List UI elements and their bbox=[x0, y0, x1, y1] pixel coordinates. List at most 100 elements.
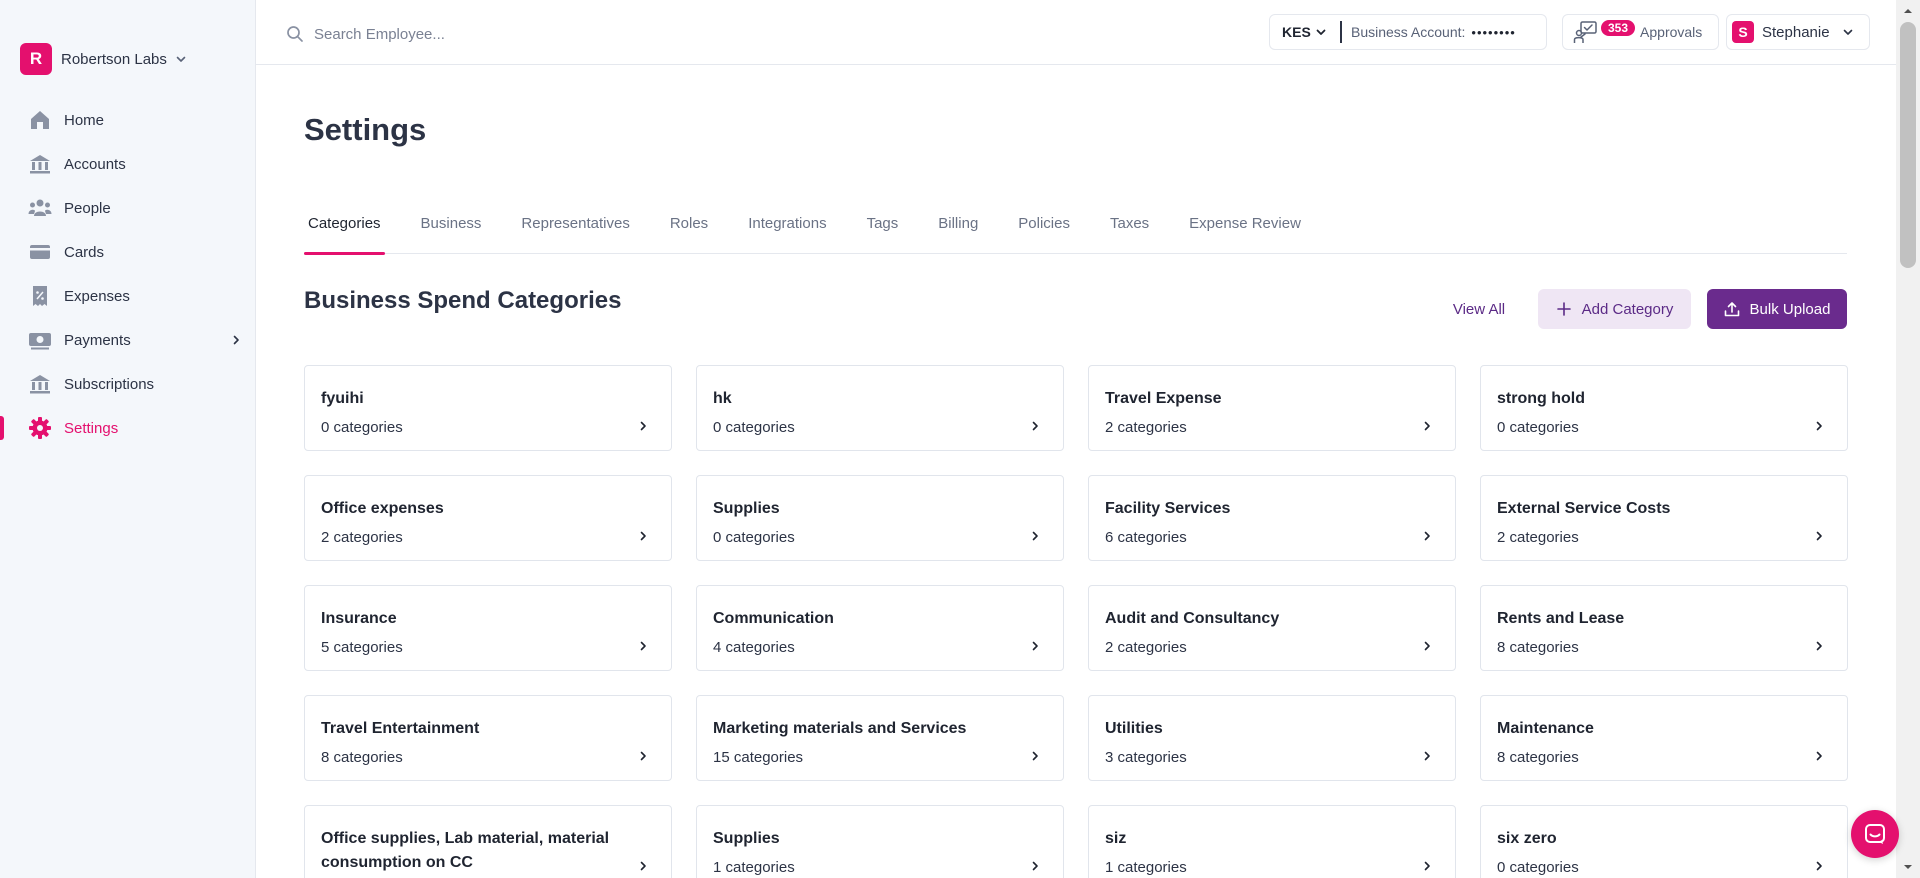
chevron-right-icon bbox=[1032, 861, 1038, 871]
category-card[interactable]: Office supplies, Lab material, material … bbox=[304, 805, 672, 878]
tab-expense-review[interactable]: Expense Review bbox=[1185, 204, 1305, 254]
sidebar-nav: Home Accounts People Cards Expenses Paym… bbox=[0, 98, 256, 450]
category-count: 5 categories bbox=[321, 639, 403, 656]
sidebar-item-settings[interactable]: Settings bbox=[0, 406, 256, 450]
sidebar-item-subscriptions[interactable]: Subscriptions bbox=[0, 362, 256, 406]
category-card[interactable]: Utilities 3 categories bbox=[1088, 695, 1456, 781]
tab-integrations[interactable]: Integrations bbox=[744, 204, 830, 254]
category-card[interactable]: External Service Costs 2 categories bbox=[1480, 475, 1848, 561]
category-card[interactable]: strong hold 0 categories bbox=[1480, 365, 1848, 451]
scrollbar-thumb[interactable] bbox=[1900, 22, 1916, 268]
sidebar-item-label: Settings bbox=[64, 419, 119, 437]
org-avatar: R bbox=[20, 43, 52, 75]
search-icon bbox=[287, 26, 303, 42]
sidebar-item-people[interactable]: People bbox=[0, 186, 256, 230]
chevron-right-icon bbox=[640, 641, 646, 651]
divider bbox=[1340, 21, 1342, 43]
category-name: External Service Costs bbox=[1497, 500, 1671, 517]
scroll-down-arrow-icon[interactable] bbox=[1903, 862, 1913, 872]
scroll-up-arrow-icon[interactable] bbox=[1903, 6, 1913, 16]
category-count: 0 categories bbox=[321, 419, 403, 436]
chevron-right-icon bbox=[1816, 421, 1822, 431]
business-account-number[interactable]: •••••••• bbox=[1471, 25, 1515, 40]
category-card[interactable]: Travel Expense 2 categories bbox=[1088, 365, 1456, 451]
approvals-label: Approvals bbox=[1640, 24, 1703, 40]
chevron-right-icon bbox=[1032, 421, 1038, 431]
category-card[interactable]: fyuihi 0 categories bbox=[304, 365, 672, 451]
chevron-right-icon bbox=[1424, 531, 1430, 541]
gear-icon bbox=[29, 417, 51, 439]
category-card[interactable]: Insurance 5 categories bbox=[304, 585, 672, 671]
card-icon bbox=[30, 245, 50, 259]
category-count: 0 categories bbox=[1497, 419, 1579, 436]
category-name: Supplies bbox=[713, 500, 780, 517]
category-card[interactable]: six zero 0 categories bbox=[1480, 805, 1848, 878]
category-count: 8 categories bbox=[321, 749, 403, 766]
tab-roles[interactable]: Roles bbox=[666, 204, 712, 254]
category-card[interactable]: Communication 4 categories bbox=[696, 585, 1064, 671]
upload-icon bbox=[1724, 302, 1739, 317]
plus-icon bbox=[1556, 302, 1571, 316]
tab-policies[interactable]: Policies bbox=[1014, 204, 1074, 254]
tab-tags[interactable]: Tags bbox=[863, 204, 903, 254]
tab-billing[interactable]: Billing bbox=[934, 204, 982, 254]
category-card[interactable]: Office expenses 2 categories bbox=[304, 475, 672, 561]
category-name: strong hold bbox=[1497, 390, 1585, 407]
sidebar-item-expenses[interactable]: Expenses bbox=[0, 274, 256, 318]
category-card[interactable]: Rents and Lease 8 categories bbox=[1480, 585, 1848, 671]
settings-tabs: Categories Business Representatives Role… bbox=[304, 204, 1847, 255]
chevron-right-icon bbox=[1032, 641, 1038, 651]
sidebar-item-home[interactable]: Home bbox=[0, 98, 256, 142]
view-all-button[interactable]: View All bbox=[1437, 289, 1521, 329]
add-category-button[interactable]: Add Category bbox=[1538, 289, 1691, 329]
category-card[interactable]: Supplies 1 categories bbox=[696, 805, 1064, 878]
tab-representatives[interactable]: Representatives bbox=[517, 204, 633, 254]
search-input[interactable] bbox=[314, 25, 774, 43]
tab-taxes[interactable]: Taxes bbox=[1106, 204, 1153, 254]
approvals-icon bbox=[1573, 21, 1597, 43]
tab-categories[interactable]: Categories bbox=[304, 204, 385, 255]
sidebar: R Robertson Labs Home Accounts People Ca… bbox=[0, 0, 256, 878]
category-name: Rents and Lease bbox=[1497, 610, 1625, 627]
category-name: Communication bbox=[713, 610, 834, 627]
sidebar-item-label: Cards bbox=[64, 243, 105, 261]
category-name: six zero bbox=[1497, 830, 1557, 847]
chevron-right-icon bbox=[1816, 641, 1822, 651]
org-switcher[interactable]: R Robertson Labs bbox=[20, 43, 187, 75]
category-name: hk bbox=[713, 390, 732, 407]
category-card[interactable]: siz 1 categories bbox=[1088, 805, 1456, 878]
category-card[interactable]: Audit and Consultancy 2 categories bbox=[1088, 585, 1456, 671]
chat-launcher-button[interactable] bbox=[1851, 810, 1899, 858]
tab-business[interactable]: Business bbox=[417, 204, 486, 254]
category-count: 3 categories bbox=[1105, 749, 1187, 766]
category-count: 8 categories bbox=[1497, 639, 1579, 656]
category-card[interactable]: Travel Entertainment 8 categories bbox=[304, 695, 672, 781]
sidebar-item-accounts[interactable]: Accounts bbox=[0, 142, 256, 186]
sidebar-item-cards[interactable]: Cards bbox=[0, 230, 256, 274]
category-card[interactable]: Supplies 0 categories bbox=[696, 475, 1064, 561]
category-name: Audit and Consultancy bbox=[1105, 610, 1280, 627]
currency-select[interactable]: KES bbox=[1270, 15, 1340, 49]
chevron-down-icon bbox=[176, 56, 186, 62]
bank-icon bbox=[30, 155, 50, 174]
page-scrollbar[interactable] bbox=[1896, 0, 1920, 878]
category-count: 2 categories bbox=[1497, 529, 1579, 546]
approvals-button[interactable]: 353 Approvals bbox=[1562, 14, 1719, 50]
category-card[interactable]: Maintenance 8 categories bbox=[1480, 695, 1848, 781]
bulk-upload-button[interactable]: Bulk Upload bbox=[1707, 289, 1847, 329]
section-title: Business Spend Categories bbox=[304, 287, 622, 314]
sidebar-item-payments[interactable]: Payments bbox=[0, 318, 256, 362]
payments-icon bbox=[29, 333, 51, 350]
org-name: Robertson Labs bbox=[61, 50, 167, 68]
category-card[interactable]: Facility Services 6 categories bbox=[1088, 475, 1456, 561]
category-count: 6 categories bbox=[1105, 529, 1187, 546]
category-name: Office expenses bbox=[321, 500, 444, 517]
chevron-right-icon bbox=[1816, 751, 1822, 761]
category-name: Marketing materials and Services bbox=[713, 720, 967, 737]
category-count: 8 categories bbox=[1497, 749, 1579, 766]
user-menu[interactable]: S Stephanie bbox=[1726, 14, 1870, 50]
category-card[interactable]: Marketing materials and Services 15 cate… bbox=[696, 695, 1064, 781]
bulk-upload-label: Bulk Upload bbox=[1749, 300, 1831, 318]
category-card[interactable]: hk 0 categories bbox=[696, 365, 1064, 451]
sidebar-item-label: Subscriptions bbox=[64, 375, 155, 393]
